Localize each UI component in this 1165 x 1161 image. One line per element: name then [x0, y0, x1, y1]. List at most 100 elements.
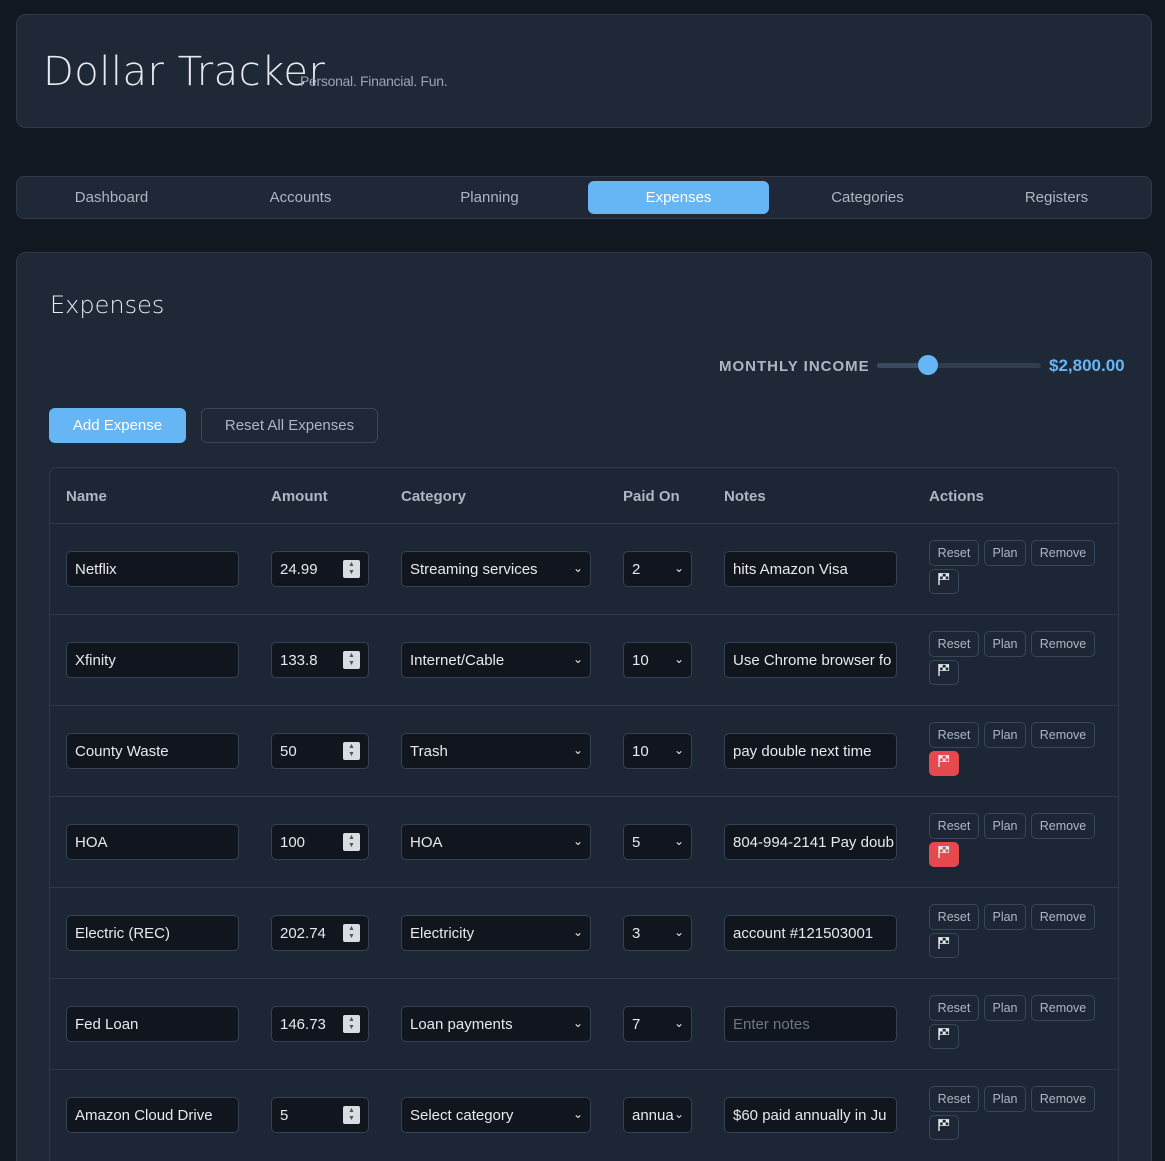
- remove-button[interactable]: Remove: [1031, 722, 1095, 748]
- app-tagline: Personal. Financial. Fun.: [300, 73, 448, 89]
- remove-button[interactable]: Remove: [1031, 813, 1095, 839]
- expense-notes-input[interactable]: Enter notes: [724, 1006, 897, 1042]
- expense-amount-input[interactable]: 5 ▲ ▼: [271, 1097, 369, 1133]
- chevron-down-icon: ⌄: [673, 834, 684, 848]
- expense-notes-input[interactable]: Use Chrome browser fo: [724, 642, 897, 678]
- expense-paid-on-value: 10: [632, 742, 649, 760]
- remove-button[interactable]: Remove: [1031, 995, 1095, 1021]
- flag-toggle-button[interactable]: [929, 751, 959, 776]
- remove-button[interactable]: Remove: [1031, 540, 1095, 566]
- expense-category-select[interactable]: Electricity ⌄: [401, 915, 591, 951]
- flag-toggle-button[interactable]: [929, 1115, 959, 1140]
- expense-paid-on-select[interactable]: 10 ⌄: [623, 642, 692, 678]
- expense-notes-input[interactable]: account #121503001: [724, 915, 897, 951]
- plan-button[interactable]: Plan: [984, 722, 1026, 748]
- monthly-income-slider[interactable]: [877, 355, 1041, 375]
- slider-thumb[interactable]: [917, 355, 938, 375]
- plan-button[interactable]: Plan: [984, 995, 1026, 1021]
- expense-amount-input[interactable]: 202.74 ▲ ▼: [271, 915, 369, 951]
- flag-toggle-button[interactable]: [929, 933, 959, 958]
- header-category: Category: [401, 488, 467, 505]
- reset-button[interactable]: Reset: [929, 904, 979, 930]
- expense-paid-on-select[interactable]: 3 ⌄: [623, 915, 692, 951]
- spinner-icon[interactable]: ▲ ▼: [343, 742, 360, 760]
- expense-category-select[interactable]: Loan payments ⌄: [401, 1006, 591, 1042]
- expense-amount-input[interactable]: 100 ▲ ▼: [271, 824, 369, 860]
- expense-amount-value: 146.73: [280, 1015, 326, 1033]
- expense-name-input[interactable]: County Waste: [66, 733, 239, 769]
- expense-amount-input[interactable]: 146.73 ▲ ▼: [271, 1006, 369, 1042]
- reset-button[interactable]: Reset: [929, 995, 979, 1021]
- checkered-flag-icon: [937, 572, 951, 591]
- remove-button[interactable]: Remove: [1031, 904, 1095, 930]
- expense-notes-value: Enter notes: [733, 1015, 810, 1033]
- expense-category-select[interactable]: Trash ⌄: [401, 733, 591, 769]
- flag-toggle-button[interactable]: [929, 842, 959, 867]
- plan-button[interactable]: Plan: [984, 813, 1026, 839]
- expense-name-input[interactable]: Electric (REC): [66, 915, 239, 951]
- reset-button[interactable]: Reset: [929, 722, 979, 748]
- expense-category-select[interactable]: Streaming services ⌄: [401, 551, 591, 587]
- chevron-down-icon: ⌄: [673, 925, 684, 939]
- flag-toggle-button[interactable]: [929, 1024, 959, 1049]
- add-expense-button[interactable]: Add Expense: [49, 408, 186, 443]
- spinner-icon[interactable]: ▲ ▼: [343, 833, 360, 851]
- expense-category-select[interactable]: Select category ⌄: [401, 1097, 591, 1133]
- header-notes: Notes: [724, 488, 766, 505]
- remove-button[interactable]: Remove: [1031, 1086, 1095, 1112]
- expense-paid-on-select[interactable]: 7 ⌄: [623, 1006, 692, 1042]
- expense-amount-value: 24.99: [280, 560, 318, 578]
- checkered-flag-icon: [937, 1118, 951, 1137]
- expense-name-input[interactable]: HOA: [66, 824, 239, 860]
- reset-button[interactable]: Reset: [929, 1086, 979, 1112]
- tab-dashboard[interactable]: Dashboard: [21, 181, 202, 214]
- expense-name-input[interactable]: Amazon Cloud Drive: [66, 1097, 239, 1133]
- expense-name-value: HOA: [75, 833, 108, 851]
- plan-button[interactable]: Plan: [984, 631, 1026, 657]
- expense-name-input[interactable]: Fed Loan: [66, 1006, 239, 1042]
- spinner-icon[interactable]: ▲ ▼: [343, 1106, 360, 1124]
- expense-notes-input[interactable]: 804-994-2141 Pay doub: [724, 824, 897, 860]
- checkered-flag-icon: [937, 754, 951, 773]
- checkered-flag-icon: [937, 936, 951, 955]
- tab-expenses[interactable]: Expenses: [588, 181, 769, 214]
- chevron-down-icon: ⌄: [673, 652, 684, 666]
- tab-accounts[interactable]: Accounts: [210, 181, 391, 214]
- expense-category-select[interactable]: Internet/Cable ⌄: [401, 642, 591, 678]
- spinner-icon[interactable]: ▲ ▼: [343, 651, 360, 669]
- reset-all-expenses-button[interactable]: Reset All Expenses: [201, 408, 378, 443]
- expense-notes-input[interactable]: $60 paid annually in Ju: [724, 1097, 897, 1133]
- reset-button[interactable]: Reset: [929, 631, 979, 657]
- spinner-icon[interactable]: ▲ ▼: [343, 560, 360, 578]
- expense-name-input[interactable]: Netflix: [66, 551, 239, 587]
- expense-name-input[interactable]: Xfinity: [66, 642, 239, 678]
- plan-button[interactable]: Plan: [984, 540, 1026, 566]
- tab-categories[interactable]: Categories: [777, 181, 958, 214]
- remove-button[interactable]: Remove: [1031, 631, 1095, 657]
- plan-button[interactable]: Plan: [984, 1086, 1026, 1112]
- flag-toggle-button[interactable]: [929, 569, 959, 594]
- expense-amount-input[interactable]: 50 ▲ ▼: [271, 733, 369, 769]
- expense-notes-input[interactable]: hits Amazon Visa: [724, 551, 897, 587]
- expense-paid-on-select[interactable]: 5 ⌄: [623, 824, 692, 860]
- spinner-icon[interactable]: ▲ ▼: [343, 924, 360, 942]
- expense-category-select[interactable]: HOA ⌄: [401, 824, 591, 860]
- expense-notes-input[interactable]: pay double next time: [724, 733, 897, 769]
- expense-name-value: Amazon Cloud Drive: [75, 1106, 213, 1124]
- expense-paid-on-select[interactable]: annua ⌄: [623, 1097, 692, 1133]
- table-row: Netflix 24.99 ▲ ▼ Streaming services ⌄ 2 ⌄ hits …: [50, 523, 1118, 614]
- expense-paid-on-value: 7: [632, 1015, 641, 1033]
- reset-button[interactable]: Reset: [929, 540, 979, 566]
- expense-paid-on-select[interactable]: 10 ⌄: [623, 733, 692, 769]
- tab-planning[interactable]: Planning: [399, 181, 580, 214]
- expense-amount-input[interactable]: 133.8 ▲ ▼: [271, 642, 369, 678]
- expense-notes-value: Use Chrome browser fo: [733, 651, 892, 669]
- flag-toggle-button[interactable]: [929, 660, 959, 685]
- reset-button[interactable]: Reset: [929, 813, 979, 839]
- tab-registers[interactable]: Registers: [966, 181, 1147, 214]
- table-row: County Waste 50 ▲ ▼ Trash ⌄ 10 ⌄ pay double next…: [50, 705, 1118, 796]
- expense-paid-on-select[interactable]: 2 ⌄: [623, 551, 692, 587]
- plan-button[interactable]: Plan: [984, 904, 1026, 930]
- expense-amount-input[interactable]: 24.99 ▲ ▼: [271, 551, 369, 587]
- spinner-icon[interactable]: ▲ ▼: [343, 1015, 360, 1033]
